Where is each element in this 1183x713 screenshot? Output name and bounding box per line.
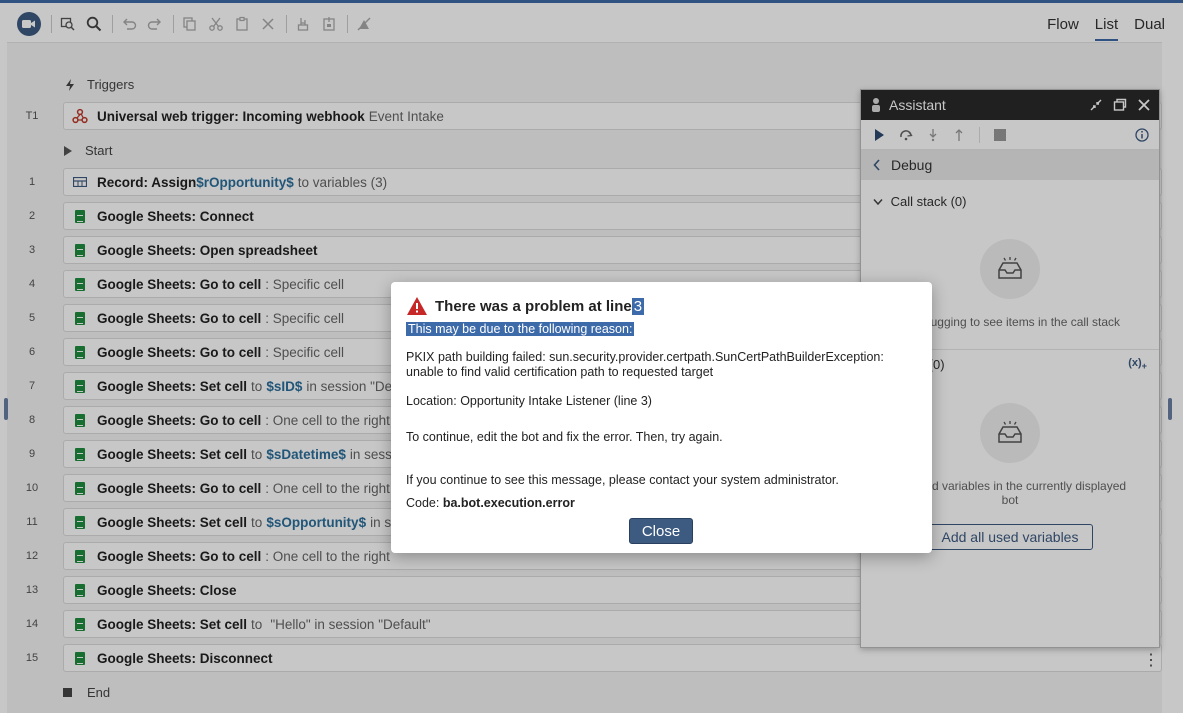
error-code: Code: ba.bot.execution.error <box>406 496 575 510</box>
error-contact: If you continue to see this message, ple… <box>406 473 839 487</box>
error-location: Location: Opportunity Intake Listener (l… <box>406 394 652 408</box>
dialog-line-number: 3 <box>631 297 645 315</box>
dialog-title: There was a problem at line 3 <box>406 296 645 316</box>
reason-label: This may be due to the following reason: <box>406 322 635 336</box>
error-dialog: There was a problem at line 3 This may b… <box>391 282 932 553</box>
error-instruction: To continue, edit the bot and fix the er… <box>406 430 723 444</box>
dialog-title-text: There was a problem at line <box>435 297 632 315</box>
error-message: PKIX path building failed: sun.security.… <box>406 350 884 379</box>
close-button[interactable]: Close <box>629 518 693 544</box>
warning-icon <box>407 297 427 315</box>
